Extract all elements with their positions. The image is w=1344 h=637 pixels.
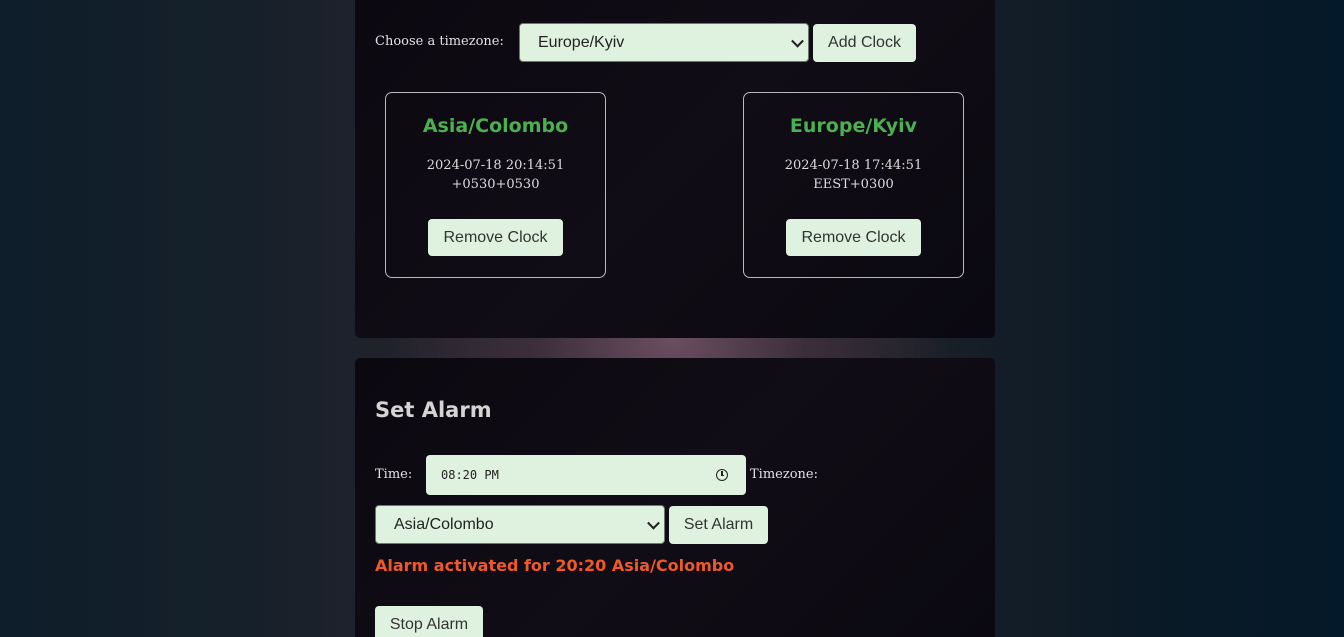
clock-offset: +0530+0530: [451, 177, 540, 192]
alarm-status-message: Alarm activated for 20:20 Asia/Colombo: [375, 556, 735, 575]
clock-time-display: 2024-07-18 20:14:51 +0530+0530: [386, 156, 605, 194]
clock-timezone-name: Europe/Kyiv: [789, 115, 918, 137]
timezone-label: Choose a timezone:: [375, 34, 504, 49]
world-clock-panel: Choose a timezone: Europe/Kyiv Add Clock…: [355, 0, 995, 338]
clock-time-display: 2024-07-18 17:44:51 EEST+0300: [744, 156, 963, 194]
clock-timezone-name: Asia/Colombo: [422, 115, 569, 137]
alarm-time-label: Time:: [375, 467, 413, 482]
clock-card-europe-kyiv: Europe/Kyiv 2024-07-18 17:44:51 EEST+030…: [743, 92, 964, 278]
timezone-select-value: Europe/Kyiv: [538, 33, 625, 51]
alarm-timezone-label: Timezone:: [750, 467, 818, 482]
clock-icon[interactable]: [716, 469, 728, 481]
chevron-down-icon: [791, 34, 804, 48]
alarm-timezone-select[interactable]: Asia/Colombo: [375, 505, 665, 544]
add-clock-button[interactable]: Add Clock: [813, 24, 916, 62]
alarm-time-input[interactable]: 08:20 PM: [426, 455, 746, 495]
set-alarm-button[interactable]: Set Alarm: [669, 506, 768, 544]
remove-clock-button[interactable]: Remove Clock: [428, 219, 563, 256]
clock-card-asia-colombo: Asia/Colombo 2024-07-18 20:14:51 +0530+0…: [385, 92, 606, 278]
clock-datetime: 2024-07-18 17:44:51: [784, 158, 923, 173]
timezone-select[interactable]: Europe/Kyiv: [519, 23, 809, 62]
clock-offset: EEST+0300: [813, 177, 894, 192]
stop-alarm-button[interactable]: Stop Alarm: [375, 606, 483, 637]
remove-clock-button[interactable]: Remove Clock: [786, 219, 921, 256]
alarm-title: Set Alarm: [375, 398, 492, 422]
alarm-panel: Set Alarm Time: 08:20 PM Timezone: Asia/…: [355, 358, 995, 637]
clock-datetime: 2024-07-18 20:14:51: [426, 158, 565, 173]
chevron-down-icon: [647, 516, 660, 530]
alarm-time-value: 08:20 PM: [441, 468, 499, 482]
alarm-timezone-select-value: Asia/Colombo: [394, 515, 494, 533]
